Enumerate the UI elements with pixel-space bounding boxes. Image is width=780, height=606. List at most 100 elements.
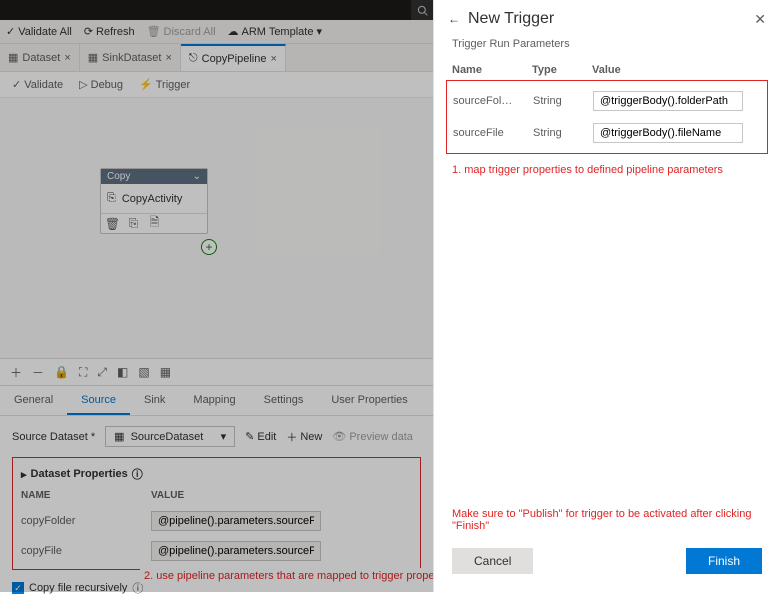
trigger-label: Trigger xyxy=(156,79,190,91)
trash-icon: 🗑 xyxy=(147,25,161,38)
cancel-button[interactable]: Cancel xyxy=(452,548,533,574)
validate-button[interactable]: ✓Validate xyxy=(12,78,63,91)
chevron-down-icon: ▾ xyxy=(316,25,322,38)
copy-icon: ⎘ xyxy=(107,192,116,205)
dataset-icon: ▦ xyxy=(8,51,18,64)
discard-all-button[interactable]: 🗑 Discard All xyxy=(147,25,216,38)
prop-tab-general[interactable]: General xyxy=(0,386,67,415)
align-icon[interactable]: ▧ xyxy=(138,365,149,379)
zoom-in-icon[interactable]: ＋ xyxy=(10,364,22,381)
panel-subtitle: Trigger Run Parameters xyxy=(434,34,780,60)
close-icon[interactable]: × xyxy=(64,52,70,64)
copy-activity-node[interactable]: Copy⌄ ⎘ CopyActivity 🗑 ⎘ 🗎 + xyxy=(100,168,208,234)
trigger-button[interactable]: ⚡Trigger xyxy=(139,78,190,91)
refresh-button[interactable]: ⟳ Refresh xyxy=(84,25,135,38)
validate-label: Validate xyxy=(24,79,63,91)
validate-all-button[interactable]: ✓ Validate All xyxy=(6,25,72,38)
validate-all-label: Validate All xyxy=(18,26,72,38)
arm-template-button[interactable]: ☁ ARM Template ▾ xyxy=(228,25,322,38)
col-value: Value xyxy=(592,64,621,76)
new-label: New xyxy=(300,431,322,443)
annotation-2: 2. use pipeline parameters that are mapp… xyxy=(140,568,459,584)
tab-copy-pipeline[interactable]: ⎋ CopyPipeline × xyxy=(181,44,286,71)
close-icon[interactable]: × xyxy=(270,53,276,65)
dataset-properties-box: ▸ Dataset Properties ⓘ NAME VALUE copyFo… xyxy=(12,457,421,570)
recursive-label: Copy file recursively xyxy=(29,582,127,594)
activity-name: CopyActivity xyxy=(122,193,183,205)
tab-sink-dataset[interactable]: ▦ SinkDataset × xyxy=(80,44,181,71)
clone-icon[interactable]: ⎘ xyxy=(128,218,139,229)
template-icon: ☁ xyxy=(228,25,239,38)
arm-template-label: ARM Template xyxy=(242,26,314,38)
col-type: Type xyxy=(532,64,592,76)
refresh-icon: ⟳ xyxy=(84,25,93,38)
eye-icon: 👁 xyxy=(332,430,346,443)
refresh-label: Refresh xyxy=(96,26,135,38)
collapse-icon[interactable]: ▸ xyxy=(21,468,27,481)
delete-icon[interactable]: 🗑 xyxy=(107,218,118,229)
param-name: copyFile xyxy=(21,545,151,557)
grid-icon[interactable]: ▦ xyxy=(160,365,171,379)
expand-icon[interactable]: ⤢ xyxy=(97,365,107,380)
param-name: sourceFol… xyxy=(453,95,533,107)
prop-tab-mapping[interactable]: Mapping xyxy=(179,386,249,415)
annotation-1: 1. map trigger properties to defined pip… xyxy=(434,154,780,186)
param-row: sourceFol… String xyxy=(453,85,761,117)
tab-dataset-label: Dataset xyxy=(22,52,60,64)
table-row: copyFolder xyxy=(21,511,412,531)
tab-sink-label: SinkDataset xyxy=(102,52,161,64)
preview-button: 👁Preview data xyxy=(332,430,413,443)
param-value-input[interactable] xyxy=(593,91,743,111)
fit-icon[interactable]: ⛶ xyxy=(79,365,87,380)
new-button[interactable]: ＋New xyxy=(286,429,322,445)
debug-button[interactable]: ▷Debug xyxy=(79,78,123,91)
param-value-input[interactable] xyxy=(151,511,321,531)
info-icon[interactable]: ⓘ xyxy=(132,466,143,482)
close-icon[interactable]: × xyxy=(165,52,171,64)
param-type: String xyxy=(533,127,593,139)
prop-tab-sink[interactable]: Sink xyxy=(130,386,179,415)
zoom-out-icon[interactable]: － xyxy=(32,364,44,381)
tab-dataset[interactable]: ▦ Dataset × xyxy=(0,44,80,71)
param-type: String xyxy=(533,95,593,107)
chevron-down-icon: ▾ xyxy=(221,430,227,443)
canvas-toolbar: ＋ － 🔒 ⛶ ⤢ ◧ ▧ ▦ xyxy=(0,358,433,386)
publish-warning: Make sure to "Publish" for trigger to be… xyxy=(434,502,780,538)
pencil-icon: ✎ xyxy=(245,430,254,443)
source-dataset-label: Source Dataset * xyxy=(12,431,95,443)
edit-label: Edit xyxy=(257,431,276,443)
col-value: VALUE xyxy=(151,490,184,501)
param-name: copyFolder xyxy=(21,515,151,527)
dataset-icon: ▦ xyxy=(88,51,98,64)
dataset-icon: ▦ xyxy=(114,430,124,443)
preview-label: Preview data xyxy=(349,431,413,443)
param-name: sourceFile xyxy=(453,127,533,139)
lock-icon[interactable]: 🔒 xyxy=(54,365,69,379)
prop-tab-user-properties[interactable]: User Properties xyxy=(317,386,421,415)
recursive-checkbox[interactable]: ✓ xyxy=(12,582,24,594)
table-row: copyFile xyxy=(21,541,412,561)
activity-type: Copy xyxy=(107,171,130,182)
col-name: Name xyxy=(452,64,532,76)
param-value-input[interactable] xyxy=(593,123,743,143)
add-output-button[interactable]: + xyxy=(201,239,217,255)
autolayout-icon[interactable]: ◧ xyxy=(117,365,128,379)
panel-title: New Trigger xyxy=(468,10,746,28)
col-name: NAME xyxy=(21,490,151,501)
close-icon[interactable]: ✕ xyxy=(754,11,766,28)
new-trigger-panel: ← New Trigger ✕ Trigger Run Parameters N… xyxy=(433,0,780,592)
param-value-input[interactable] xyxy=(151,541,321,561)
source-dataset-value: SourceDataset xyxy=(131,431,204,443)
chevron-icon: ⌄ xyxy=(193,171,201,182)
pipeline-icon: ⎋ xyxy=(189,52,198,65)
back-icon[interactable]: ← xyxy=(448,12,460,26)
edit-button[interactable]: ✎Edit xyxy=(245,430,276,443)
finish-button[interactable]: Finish xyxy=(686,548,762,574)
prop-tab-source[interactable]: Source xyxy=(67,386,130,415)
param-row: sourceFile String xyxy=(453,117,761,149)
debug-label: Debug xyxy=(91,79,123,91)
source-dataset-dropdown[interactable]: ▦ SourceDataset ▾ xyxy=(105,426,235,447)
prop-tab-settings[interactable]: Settings xyxy=(250,386,318,415)
info-icon[interactable]: 🗎 xyxy=(149,218,160,229)
search-icon[interactable] xyxy=(411,0,433,20)
